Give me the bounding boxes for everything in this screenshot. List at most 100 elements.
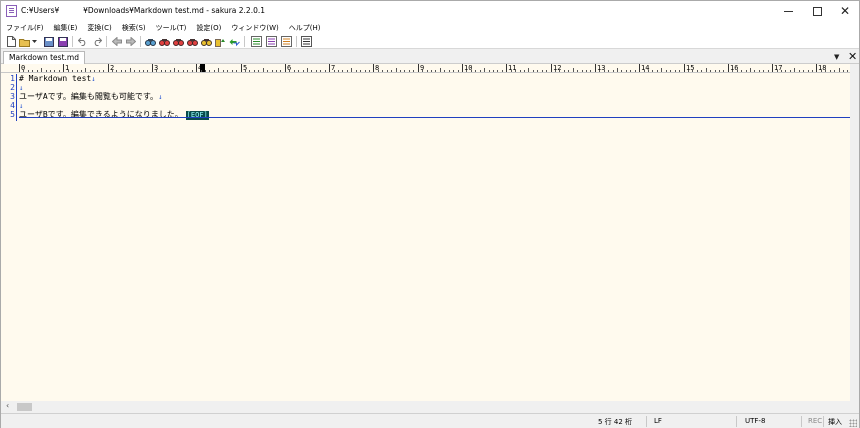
tab-close-icon[interactable]: ✕ bbox=[848, 50, 857, 63]
line-number: 1 bbox=[10, 74, 15, 83]
vertical-scrollbar[interactable] bbox=[850, 64, 859, 401]
ruler-minor-tick bbox=[466, 70, 467, 72]
ruler-minor-tick bbox=[652, 70, 653, 72]
jump-back-icon[interactable] bbox=[111, 36, 122, 47]
ruler-minor-tick bbox=[294, 70, 295, 72]
line-ending[interactable]: LF bbox=[654, 417, 662, 425]
ruler-minor-tick bbox=[533, 70, 534, 72]
menu-file[interactable]: ファイル(F) bbox=[6, 23, 44, 33]
ruler-minor-tick bbox=[205, 70, 206, 72]
jump-forward-icon[interactable] bbox=[125, 36, 136, 47]
toolbar bbox=[1, 34, 859, 49]
ruler-minor-tick bbox=[768, 70, 769, 72]
ruler-minor-tick bbox=[825, 70, 826, 72]
ruler-minor-tick bbox=[404, 70, 405, 72]
minimize-button[interactable] bbox=[773, 1, 803, 21]
mark-icon[interactable] bbox=[201, 36, 212, 47]
settings-icon[interactable] bbox=[301, 36, 312, 47]
ruler-minor-tick bbox=[391, 70, 392, 72]
menu-convert[interactable]: 変換(C) bbox=[87, 23, 111, 33]
ruler-minor-tick bbox=[378, 70, 379, 72]
menu-search[interactable]: 検索(S) bbox=[122, 23, 146, 33]
function-list-icon[interactable] bbox=[251, 36, 262, 47]
ruler-minor-tick bbox=[427, 70, 428, 72]
new-file-icon[interactable] bbox=[6, 36, 17, 47]
sakura-app-icon[interactable] bbox=[6, 5, 17, 17]
ruler-minor-tick bbox=[174, 68, 175, 72]
menu-tools[interactable]: ツール(T) bbox=[156, 23, 187, 33]
insert-mode-indicator[interactable]: 挿入 bbox=[828, 417, 842, 427]
dropdown-arrow-icon[interactable] bbox=[31, 36, 38, 47]
ruler-minor-tick bbox=[803, 70, 804, 72]
ruler-minor-tick bbox=[245, 70, 246, 72]
ruler-minor-tick bbox=[435, 70, 436, 72]
cursor-line-underline bbox=[19, 117, 850, 118]
ruler-minor-tick bbox=[737, 70, 738, 72]
ruler-minor-tick bbox=[785, 70, 786, 72]
ruler-minor-tick bbox=[94, 70, 95, 72]
title-bar[interactable]: C:¥Users¥ ¥Downloads¥Markdown test.md - … bbox=[1, 1, 859, 21]
ruler-minor-tick bbox=[236, 70, 237, 72]
resize-grip-icon[interactable] bbox=[849, 419, 857, 427]
line-number-gutter[interactable]: 1 2 3 4 5 bbox=[1, 74, 17, 401]
ruler-minor-tick bbox=[458, 70, 459, 72]
ruler-minor-tick bbox=[303, 70, 304, 72]
maximize-button[interactable] bbox=[802, 1, 832, 21]
ruler-minor-tick bbox=[675, 70, 676, 72]
menu-settings[interactable]: 設定(O) bbox=[196, 23, 221, 33]
ruler-major-tick bbox=[772, 64, 773, 72]
outline-icon[interactable] bbox=[229, 36, 240, 47]
open-folder-icon[interactable] bbox=[19, 36, 30, 47]
ruler-minor-tick bbox=[351, 68, 352, 72]
bookmark-icon[interactable] bbox=[266, 36, 277, 47]
tab-list-dropdown-icon[interactable]: ▼ bbox=[834, 53, 839, 61]
ruler-minor-tick bbox=[830, 70, 831, 72]
grep-icon[interactable] bbox=[215, 36, 226, 47]
scroll-left-icon[interactable]: ‹ bbox=[6, 401, 9, 410]
line-text: # Markdown test bbox=[19, 74, 92, 83]
ruler-minor-tick bbox=[489, 70, 490, 72]
save-all-icon[interactable] bbox=[57, 36, 68, 47]
menu-help[interactable]: ヘルプ(H) bbox=[289, 23, 321, 33]
ruler-minor-tick bbox=[289, 70, 290, 72]
ruler-minor-tick bbox=[50, 70, 51, 72]
ruler-major-tick bbox=[462, 64, 463, 72]
menu-window[interactable]: ウィンドウ(W) bbox=[231, 23, 278, 33]
ruler-minor-tick bbox=[356, 70, 357, 72]
text-editor[interactable]: 0 1 2 3 4 5 6 7 8 9 10 11 12 13 14 15 16 17 18 1 2 3 4 5 #… bbox=[1, 64, 850, 401]
search-icon[interactable] bbox=[145, 36, 156, 47]
line-break-marker: ↓ bbox=[158, 93, 163, 101]
horizontal-scroll-thumb[interactable] bbox=[17, 403, 32, 411]
tag-jump-icon[interactable] bbox=[281, 36, 292, 47]
ruler-minor-tick bbox=[139, 70, 140, 72]
ruler-minor-tick bbox=[790, 70, 791, 72]
menu-bar: ファイル(F) 編集(E) 変換(C) 検索(S) ツール(T) 設定(O) ウ… bbox=[1, 21, 859, 34]
replace-icon[interactable] bbox=[187, 36, 198, 47]
ruler-minor-tick bbox=[28, 70, 29, 72]
ruler-minor-tick bbox=[187, 70, 188, 72]
undo-icon[interactable] bbox=[77, 36, 88, 47]
line-number: 2 bbox=[10, 83, 15, 92]
ruler-minor-tick bbox=[440, 68, 441, 72]
encoding[interactable]: UTF-8 bbox=[745, 417, 765, 425]
horizontal-scrollbar[interactable]: ‹ bbox=[1, 401, 850, 413]
close-window-button[interactable]: ✕ bbox=[830, 1, 860, 21]
search-prev-icon[interactable] bbox=[159, 36, 170, 47]
ruler-minor-tick bbox=[475, 70, 476, 72]
ruler-minor-tick bbox=[369, 70, 370, 72]
ruler-minor-tick bbox=[422, 70, 423, 72]
column-ruler[interactable]: 0 1 2 3 4 5 6 7 8 9 10 11 12 13 14 15 16 17 18 bbox=[1, 64, 850, 73]
ruler-minor-tick bbox=[821, 70, 822, 72]
toolbar-separator bbox=[72, 36, 73, 47]
ruler-minor-tick bbox=[648, 70, 649, 72]
tab-markdown-test[interactable]: Markdown test.md bbox=[3, 51, 85, 64]
ruler-minor-tick bbox=[444, 70, 445, 72]
ruler-minor-tick bbox=[537, 70, 538, 72]
redo-icon[interactable] bbox=[91, 36, 102, 47]
save-icon[interactable] bbox=[43, 36, 54, 47]
ruler-minor-tick bbox=[90, 70, 91, 72]
menu-edit[interactable]: 編集(E) bbox=[54, 23, 78, 33]
ruler-minor-tick bbox=[471, 70, 472, 72]
search-next-icon[interactable] bbox=[173, 36, 184, 47]
ruler-minor-tick bbox=[112, 70, 113, 72]
